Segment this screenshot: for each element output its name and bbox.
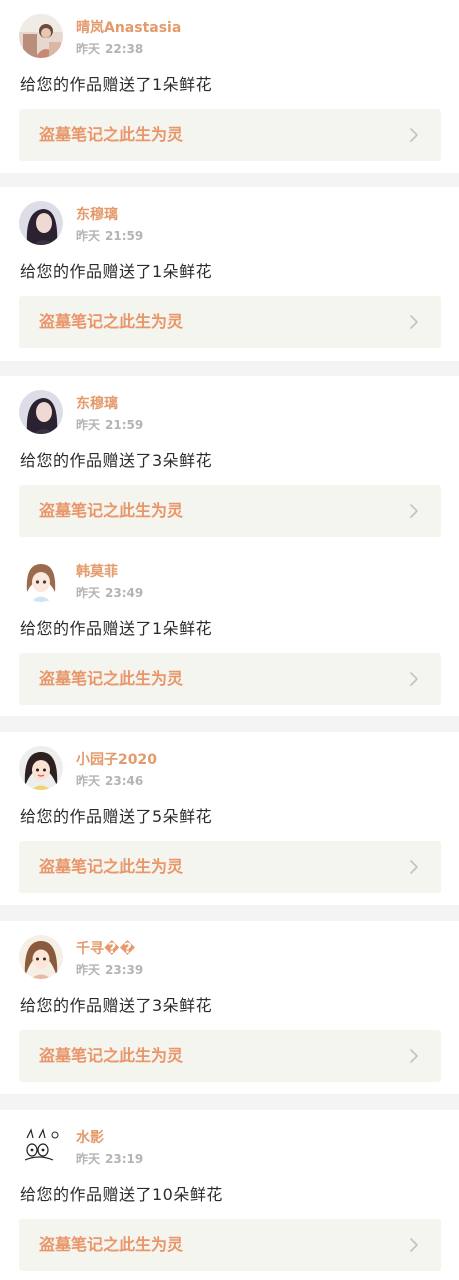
notification-card: 千寻�� 昨天 23:39 给您的作品赠送了3朵鲜花 盗墓笔记之此生为灵 <box>0 921 459 1094</box>
timestamp-time: 23:49 <box>105 586 144 600</box>
work-title: 盗墓笔记之此生为灵 <box>39 125 184 144</box>
work-title: 盗墓笔记之此生为灵 <box>39 1235 184 1254</box>
timestamp-time: 21:59 <box>105 418 144 432</box>
gift-message: 给您的作品赠送了1朵鲜花 <box>20 75 213 94</box>
work-link[interactable]: 盗墓笔记之此生为灵 <box>19 109 441 161</box>
username[interactable]: 晴岚Anastasia <box>76 19 181 37</box>
timestamp: 昨天 21:59 <box>76 417 143 433</box>
notification-card: 东穆璃 昨天 21:59 给您的作品赠送了1朵鲜花 盗墓笔记之此生为灵 <box>0 187 459 361</box>
timestamp: 昨天 21:59 <box>76 228 143 244</box>
gift-message: 给您的作品赠送了10朵鲜花 <box>20 1185 223 1204</box>
work-title: 盗墓笔记之此生为灵 <box>39 857 184 876</box>
timestamp-day: 昨天 <box>76 586 101 600</box>
notification-card: 水影 昨天 23:19 给您的作品赠送了10朵鲜花 盗墓笔记之此生为灵 <box>0 1110 459 1280</box>
work-title: 盗墓笔记之此生为灵 <box>39 1046 184 1065</box>
work-title: 盗墓笔记之此生为灵 <box>39 312 184 331</box>
username[interactable]: 东穆璃 <box>76 395 118 413</box>
chevron-right-icon <box>410 128 418 142</box>
timestamp-day: 昨天 <box>76 1152 101 1166</box>
username[interactable]: 小园子2020 <box>76 751 157 769</box>
timestamp-day: 昨天 <box>76 418 101 432</box>
timestamp-day: 昨天 <box>76 42 101 56</box>
timestamp-time: 23:46 <box>105 774 144 788</box>
portrait-avatar-icon[interactable] <box>19 201 63 245</box>
anime-girl-avatar-icon[interactable] <box>19 558 63 602</box>
timestamp-day: 昨天 <box>76 774 101 788</box>
work-link[interactable]: 盗墓笔记之此生为灵 <box>19 1030 441 1082</box>
anime-girl-avatar-icon[interactable] <box>19 935 63 979</box>
gift-message: 给您的作品赠送了3朵鲜花 <box>20 996 213 1015</box>
chevron-right-icon <box>410 504 418 518</box>
work-link[interactable]: 盗墓笔记之此生为灵 <box>19 841 441 893</box>
username[interactable]: 东穆璃 <box>76 206 118 224</box>
work-link[interactable]: 盗墓笔记之此生为灵 <box>19 653 441 705</box>
chevron-right-icon <box>410 315 418 329</box>
chevron-right-icon <box>410 860 418 874</box>
timestamp: 昨天 23:19 <box>76 1151 143 1167</box>
gift-message: 给您的作品赠送了5朵鲜花 <box>20 807 213 826</box>
timestamp: 昨天 23:39 <box>76 962 143 978</box>
chevron-right-icon <box>410 1238 418 1252</box>
notification-card: 韩莫菲 昨天 23:49 给您的作品赠送了1朵鲜花 盗墓笔记之此生为灵 <box>0 544 459 716</box>
work-title: 盗墓笔记之此生为灵 <box>39 669 184 688</box>
timestamp: 昨天 23:49 <box>76 585 143 601</box>
gift-message: 给您的作品赠送了1朵鲜花 <box>20 619 213 638</box>
timestamp: 昨天 23:46 <box>76 773 143 789</box>
timestamp: 昨天 22:38 <box>76 41 143 57</box>
work-link[interactable]: 盗墓笔记之此生为灵 <box>19 1219 441 1271</box>
timestamp-time: 21:59 <box>105 229 144 243</box>
notification-card: 小园子2020 昨天 23:46 给您的作品赠送了5朵鲜花 盗墓笔记之此生为灵 <box>0 732 459 905</box>
timestamp-time: 22:38 <box>105 42 144 56</box>
timestamp-time: 23:39 <box>105 963 144 977</box>
username[interactable]: 韩莫菲 <box>76 563 118 581</box>
gift-message: 给您的作品赠送了1朵鲜花 <box>20 262 213 281</box>
timestamp-day: 昨天 <box>76 963 101 977</box>
cartoon-girl-avatar-icon[interactable] <box>19 746 63 790</box>
gift-message: 给您的作品赠送了3朵鲜花 <box>20 451 213 470</box>
notification-card: 东穆璃 昨天 21:59 给您的作品赠送了3朵鲜花 盗墓笔记之此生为灵 <box>0 376 459 544</box>
timestamp-time: 23:19 <box>105 1152 144 1166</box>
chevron-right-icon <box>410 1049 418 1063</box>
chevron-right-icon <box>410 672 418 686</box>
timestamp-day: 昨天 <box>76 229 101 243</box>
username[interactable]: 水影 <box>76 1129 104 1147</box>
doodle-avatar-icon[interactable] <box>19 1124 63 1168</box>
photo-avatar-icon[interactable] <box>19 14 63 58</box>
notification-card: 晴岚Anastasia 昨天 22:38 给您的作品赠送了1朵鲜花 盗墓笔记之此生… <box>0 0 459 173</box>
work-link[interactable]: 盗墓笔记之此生为灵 <box>19 485 441 537</box>
work-title: 盗墓笔记之此生为灵 <box>39 501 184 520</box>
username[interactable]: 千寻�� <box>76 940 135 958</box>
work-link[interactable]: 盗墓笔记之此生为灵 <box>19 296 441 348</box>
portrait-avatar-icon[interactable] <box>19 390 63 434</box>
